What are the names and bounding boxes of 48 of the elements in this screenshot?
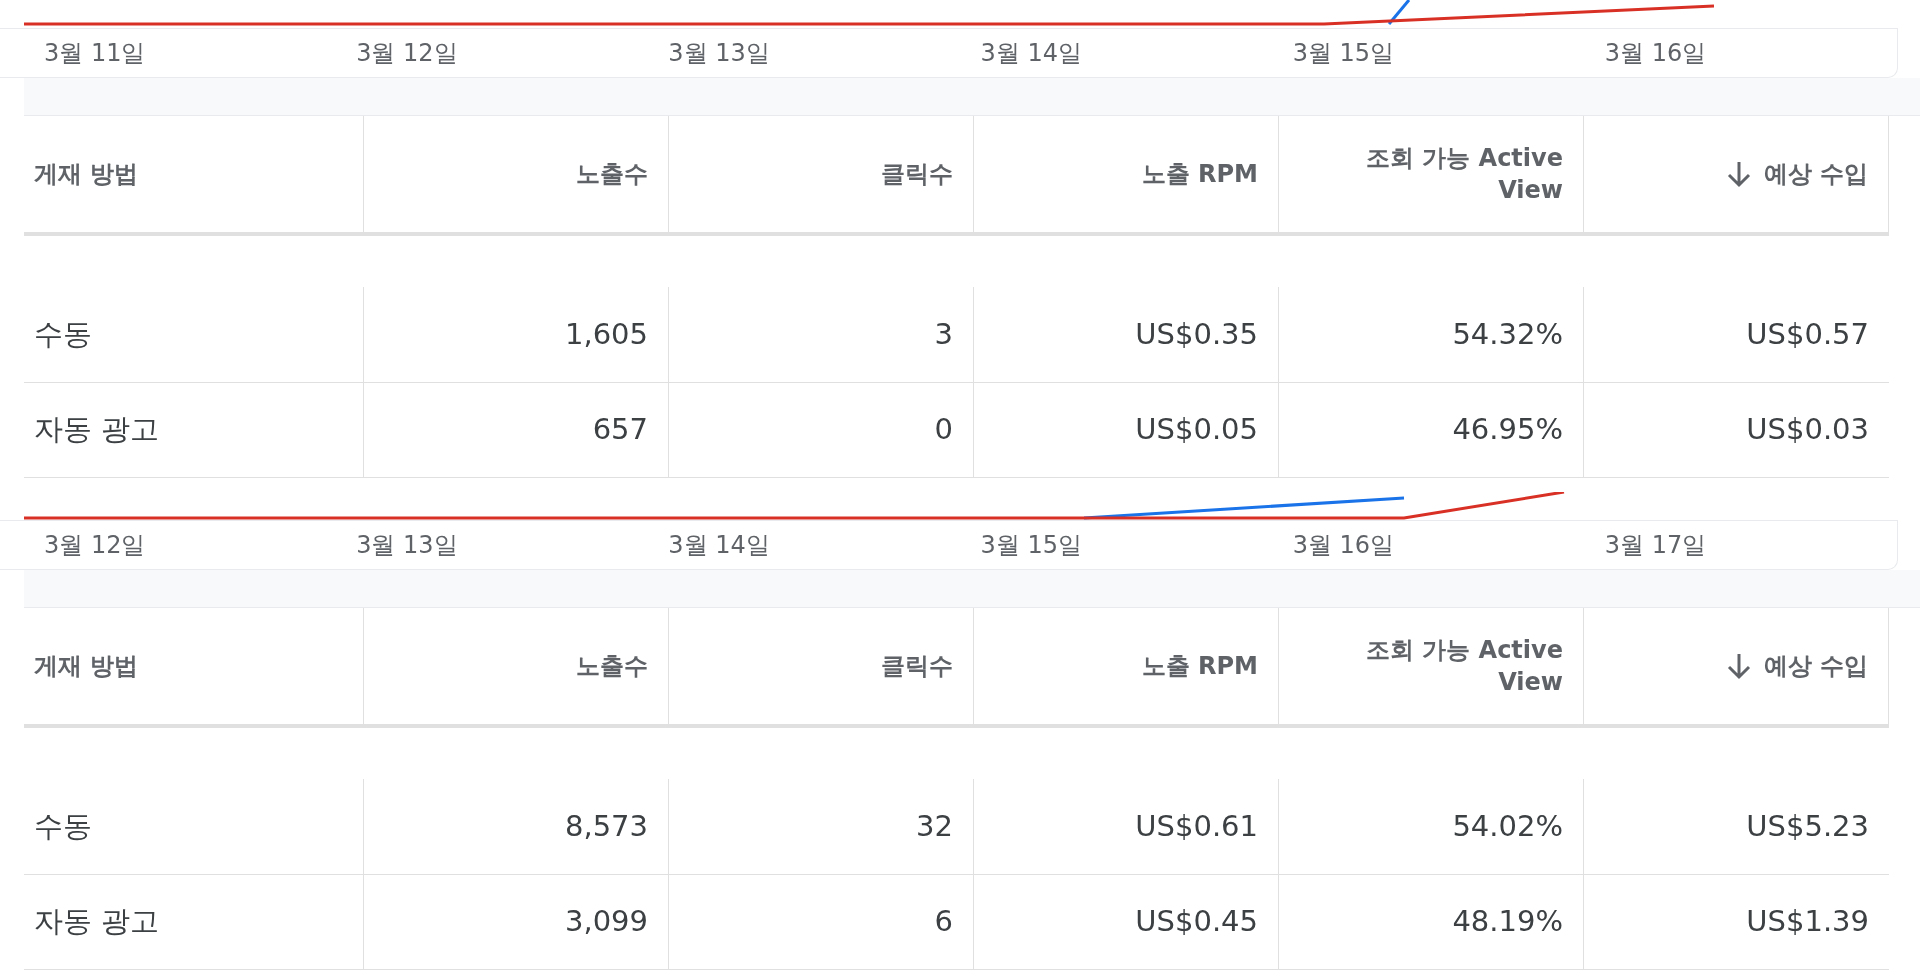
column-header[interactable]: 조회 가능 Active View [1279, 116, 1584, 236]
axis-date-label: 3월 13일 [356, 531, 458, 559]
table-cell: 1,605 [364, 287, 669, 383]
table-cell: 54.32% [1279, 287, 1584, 383]
column-header[interactable]: 예상 수입 [1584, 116, 1889, 236]
axis-date-label: 3월 13일 [668, 39, 770, 67]
axis-date-label: 3월 16일 [1292, 531, 1395, 559]
table-cell: 수동 [24, 287, 364, 383]
table-cell: US$0.03 [1584, 382, 1889, 478]
table-cell: 8,573 [364, 779, 669, 875]
column-header[interactable]: 노출수 [364, 608, 669, 728]
table-cell: 54.02% [1279, 779, 1584, 875]
axis-date-label: 3월 17일 [1604, 531, 1707, 559]
table-cell: US$1.39 [1584, 874, 1889, 970]
table-cell: 0 [669, 382, 974, 478]
column-header[interactable]: 조회 가능 Active View [1279, 608, 1584, 728]
column-header[interactable]: 게재 방법 [24, 608, 364, 728]
table-cell: US$0.05 [974, 382, 1279, 478]
column-header[interactable]: 게재 방법 [24, 116, 364, 236]
table-cell: 6 [669, 874, 974, 970]
table-cell: 자동 광고 [24, 382, 364, 478]
axis-date-label: 3월 12일 [356, 39, 458, 67]
table-cell: 3 [669, 287, 974, 383]
axis-date-label: 3월 14일 [668, 531, 770, 559]
axis-date-label: 3월 16일 [1604, 39, 1707, 67]
axis-date-label: 3월 14일 [980, 39, 1082, 67]
table-cell: US$0.45 [974, 874, 1279, 970]
table-cell: US$0.35 [974, 287, 1279, 383]
column-header[interactable]: 노출수 [364, 116, 669, 236]
table-cell: 32 [669, 779, 974, 875]
column-header[interactable]: 노출 RPM [974, 116, 1279, 236]
table-cell: 자동 광고 [24, 874, 364, 970]
table-cell: 657 [364, 382, 669, 478]
axis-date-label: 3월 15일 [980, 531, 1082, 559]
column-header[interactable]: 클릭수 [669, 608, 974, 728]
table-cell: 46.95% [1279, 382, 1584, 478]
column-header[interactable]: 예상 수입 [1584, 608, 1889, 728]
table-cell: US$5.23 [1584, 779, 1889, 875]
table-cell: 수동 [24, 779, 364, 875]
axis-date-label: 3월 12일 [44, 531, 146, 559]
axis-date-label: 3월 15일 [1292, 39, 1395, 67]
table-cell: US$0.61 [974, 779, 1279, 875]
column-header[interactable]: 클릭수 [669, 116, 974, 236]
column-header[interactable]: 노출 RPM [974, 608, 1279, 728]
table-cell: 48.19% [1279, 874, 1584, 970]
axis-date-label: 3월 11일 [44, 39, 146, 67]
table-cell: US$0.57 [1584, 287, 1889, 383]
table-cell: 3,099 [364, 874, 669, 970]
